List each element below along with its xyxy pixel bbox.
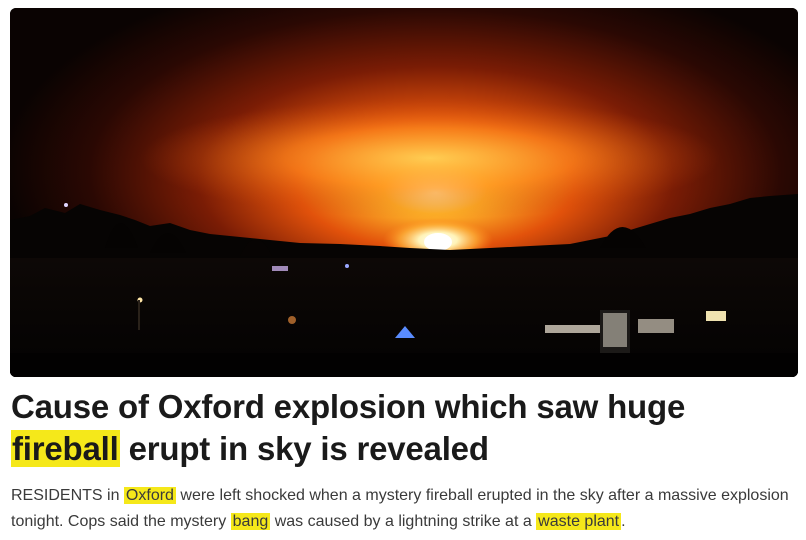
night-explosion-photo bbox=[10, 8, 798, 377]
headline-highlight-fireball[interactable]: fireball bbox=[11, 430, 120, 467]
standfirst-text-4: . bbox=[621, 513, 626, 530]
standfirst: RESIDENTS in Oxford were left shocked wh… bbox=[11, 483, 797, 535]
headline[interactable]: Cause of Oxford explosion which saw huge… bbox=[11, 386, 795, 470]
headline-part2: erupt in sky is revealed bbox=[119, 430, 489, 467]
standfirst-text-3: was caused by a lightning strike at a bbox=[270, 513, 537, 530]
highlight-link-waste-plant[interactable]: waste plant bbox=[536, 513, 622, 530]
hero-image[interactable] bbox=[10, 8, 798, 377]
highlight-link-oxford[interactable]: Oxford bbox=[123, 487, 176, 504]
highlight-link-bang[interactable]: bang bbox=[230, 513, 271, 530]
article-card: Cause of Oxford explosion which saw huge… bbox=[0, 0, 806, 540]
headline-part1: Cause of Oxford explosion which saw huge bbox=[11, 388, 686, 425]
standfirst-text-1: RESIDENTS in bbox=[11, 487, 124, 504]
